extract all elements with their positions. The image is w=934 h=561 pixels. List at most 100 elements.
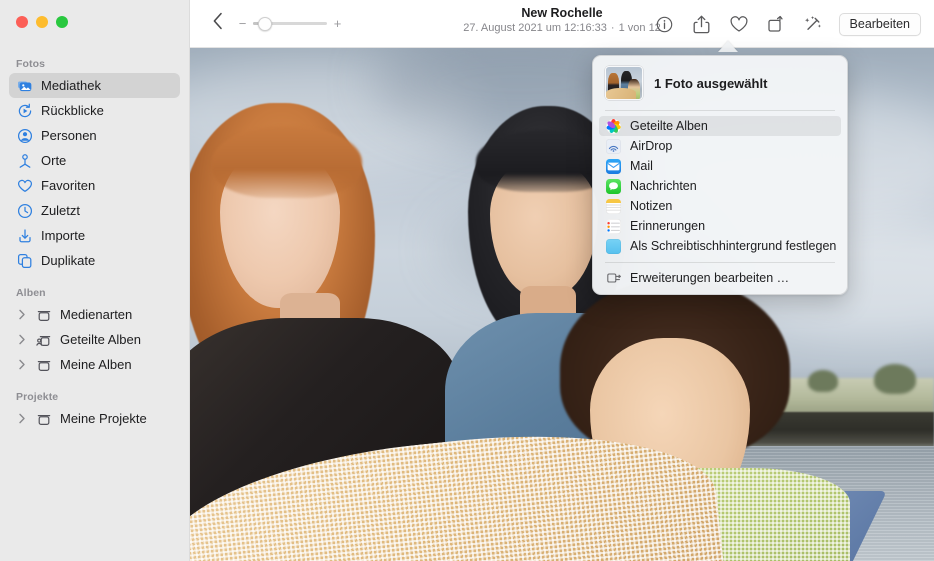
sidebar-item-rueckblicke[interactable]: Rückblicke [9,98,180,123]
extensions-icon [606,271,621,286]
sidebar-item-label: Zuletzt [41,203,81,218]
heart-icon [730,15,748,33]
sidebar-item-medienarten[interactable]: Medienarten [9,302,180,327]
people-icon [16,127,33,144]
share-button[interactable] [687,10,717,38]
chevron-left-icon [212,12,225,35]
duplicates-icon [16,252,33,269]
share-item-label: Erinnerungen [630,219,706,233]
share-popover: 1 Foto ausgewählt Geteilte Alben AirDrop… [592,55,848,295]
info-circle-icon [656,16,673,33]
sidebar-item-meine-alben[interactable]: Meine Alben [9,352,180,377]
sidebar-item-favoriten[interactable]: Favoriten [9,173,180,198]
toolbar-actions: Bearbeiten [650,0,921,48]
sidebar-item-mediathek[interactable]: Mediathek [9,73,180,98]
sidebar-item-label: Favoriten [41,178,96,193]
divider [605,110,835,111]
share-icon [693,15,710,34]
mail-app-icon [606,158,621,174]
sidebar-item-label: Geteilte Alben [60,332,141,347]
thumbnail-sleeve [606,88,636,99]
share-item-notes[interactable]: Notizen [599,196,841,216]
share-item-messages[interactable]: Nachrichten [599,176,841,196]
share-item-label: Als Schreibtischhintergrund festlegen [630,239,837,253]
photos-app-window: Fotos Mediathek Rückblicke Personen Orte… [0,0,934,561]
sidebar-item-importe[interactable]: Importe [9,223,180,248]
sidebar-section-fotos: Fotos Mediathek Rückblicke Personen Orte… [0,58,189,273]
sidebar-section-title: Projekte [16,391,59,403]
import-icon [16,227,33,244]
window-controls [16,16,68,28]
sidebar-item-meine-projekte[interactable]: Meine Projekte [9,406,180,431]
divider [605,262,835,263]
magic-wand-icon [804,15,822,33]
sidebar-item-duplikate[interactable]: Duplikate [9,248,180,273]
sidebar-item-personen[interactable]: Personen [9,123,180,148]
popover-footer: Erweiterungen bearbeiten … [593,268,847,288]
share-item-reminders[interactable]: Erinnerungen [599,216,841,236]
reminders-app-icon [606,218,621,234]
share-item-label: AirDrop [630,139,673,153]
photo-thumbnail [605,66,643,100]
messages-app-icon [606,178,621,194]
zoom-button[interactable] [56,16,68,28]
album-icon [35,356,52,373]
chevron-right-icon[interactable] [16,413,27,424]
sidebar-section-title: Alben [16,287,46,299]
share-item-mail[interactable]: Mail [599,156,841,176]
album-icon [35,410,52,427]
share-item-desktop-picture[interactable]: Als Schreibtischhintergrund festlegen [599,236,841,256]
toolbar: − + New Rochelle 27. August 2021 um 12:1… [190,0,934,48]
clock-icon [16,202,33,219]
rotate-button[interactable] [761,10,791,38]
photo-metadata: 27. August 2021 um 12:16:33 · 1 von 12 [463,21,661,36]
sidebar-item-label: Mediathek [41,78,101,93]
desktop-picture-icon [606,238,621,254]
sidebar: Fotos Mediathek Rückblicke Personen Orte… [0,0,190,561]
sidebar-item-geteilte-alben[interactable]: Geteilte Alben [9,327,180,352]
edit-button-label: Bearbeiten [849,17,910,31]
sidebar-item-orte[interactable]: Orte [9,148,180,173]
chevron-right-icon[interactable] [16,334,27,345]
popover-arrow [718,41,738,52]
zoom-out-label[interactable]: − [238,16,247,31]
edit-button[interactable]: Bearbeiten [838,12,921,36]
selection-label: 1 Foto ausgewählt [654,75,768,91]
airdrop-icon [606,138,621,154]
sidebar-item-label: Duplikate [41,253,96,268]
share-item-label: Mail [630,159,653,173]
tree-shape [874,364,916,394]
favorite-button[interactable] [724,10,754,38]
popover-header: 1 Foto ausgewählt [593,64,847,110]
metadata-separator: · [610,22,615,34]
places-pin-icon [16,152,33,169]
share-item-label: Nachrichten [630,179,697,193]
edit-extensions-item[interactable]: Erweiterungen bearbeiten … [599,268,841,288]
page-title: New Rochelle [521,6,603,20]
zoom-slider-track[interactable] [253,16,327,31]
info-button[interactable] [650,10,680,38]
notes-app-icon [606,198,621,214]
person-one-bangs [212,126,362,198]
back-button[interactable] [206,12,230,36]
sidebar-item-label: Orte [41,153,67,168]
edit-extensions-label: Erweiterungen bearbeiten … [630,271,790,285]
zoom-in-label[interactable]: + [333,16,342,31]
zoom-slider-knob[interactable] [258,16,272,31]
close-button[interactable] [16,16,28,28]
sidebar-item-label: Personen [41,128,97,143]
photos-app-icon [606,118,621,134]
sidebar-section-title: Fotos [16,58,46,70]
tree-shape [808,370,838,392]
shared-album-icon [35,331,52,348]
chevron-right-icon[interactable] [16,359,27,370]
share-item-shared-albums[interactable]: Geteilte Alben [599,116,841,136]
sidebar-item-zuletzt[interactable]: Zuletzt [9,198,180,223]
chevron-right-icon[interactable] [16,309,27,320]
album-icon [35,306,52,323]
minimize-button[interactable] [36,16,48,28]
enhance-button[interactable] [798,10,828,38]
share-item-airdrop[interactable]: AirDrop [599,136,841,156]
photo-date: 27. August 2021 um 12:16:33 [463,22,607,34]
zoom-slider[interactable]: − + [238,16,342,31]
